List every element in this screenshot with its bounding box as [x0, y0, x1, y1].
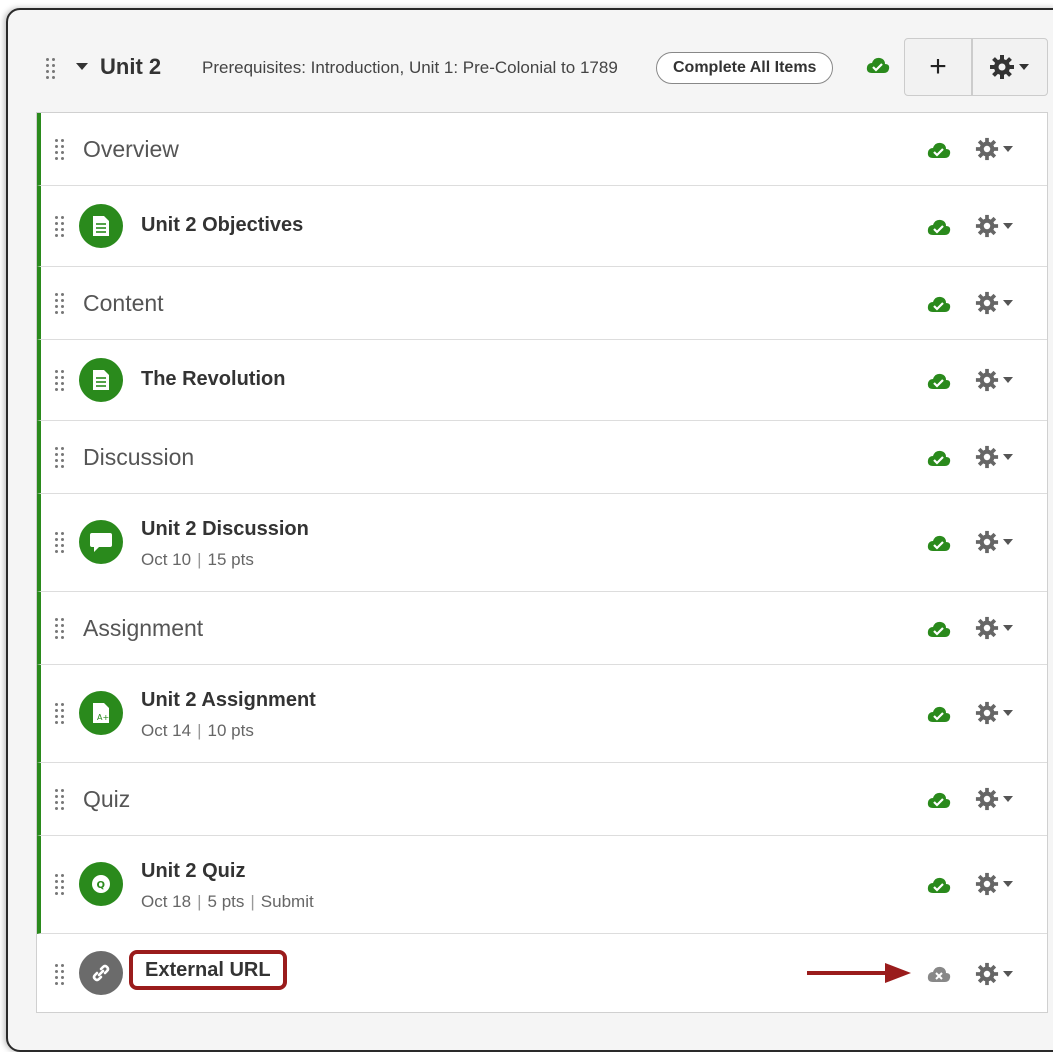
module-settings-button[interactable]	[972, 38, 1048, 96]
list-item[interactable]: External URL	[37, 934, 1047, 1012]
list-item[interactable]: Quiz	[37, 763, 1047, 836]
gear-icon[interactable]	[975, 291, 1013, 315]
due-date: Oct 18	[141, 892, 192, 911]
list-item[interactable]: Discussion	[37, 421, 1047, 494]
item-details: Oct 10 | 15 pts	[141, 550, 254, 569]
points: 15 pts	[207, 550, 254, 569]
gear-icon[interactable]	[975, 530, 1013, 554]
gear-icon[interactable]	[975, 214, 1013, 238]
text-header-title: Assignment	[83, 615, 204, 641]
link-icon	[79, 951, 123, 995]
item-title[interactable]: The Revolution	[141, 368, 285, 391]
due-date: Oct 10	[141, 550, 192, 569]
drag-handle-icon[interactable]	[55, 139, 64, 160]
drag-handle-icon[interactable]	[46, 58, 55, 79]
item-title[interactable]: Unit 2 Quiz	[141, 860, 245, 883]
gear-icon	[989, 54, 1029, 80]
list-item[interactable]: Overview	[37, 113, 1047, 186]
item-details: Oct 18 | 5 pts | Submit	[141, 892, 314, 911]
list-item[interactable]: Unit 2 Objectives	[37, 186, 1047, 267]
gear-icon[interactable]	[975, 787, 1013, 811]
drag-handle-icon[interactable]	[55, 703, 64, 724]
item-title[interactable]: External URL	[145, 959, 271, 981]
list-item[interactable]: A+ Unit 2 Assignment Oct 14 | 10 pts	[37, 665, 1047, 763]
list-item[interactable]: Content	[37, 267, 1047, 340]
list-item[interactable]: Assignment	[37, 592, 1047, 665]
published-cloud-icon[interactable]	[927, 620, 951, 643]
assignment-icon: A+	[79, 691, 123, 735]
gear-icon[interactable]	[975, 962, 1013, 986]
drag-handle-icon[interactable]	[55, 532, 64, 553]
list-item[interactable]: Unit 2 Discussion Oct 10 | 15 pts	[37, 494, 1047, 592]
drag-handle-icon[interactable]	[55, 964, 64, 985]
text-header-title: Discussion	[83, 444, 195, 470]
discussion-icon	[79, 520, 123, 564]
item-title[interactable]: Unit 2 Discussion	[141, 518, 309, 541]
gear-icon[interactable]	[975, 368, 1013, 392]
page-icon	[79, 204, 123, 248]
collapse-caret-icon[interactable]	[76, 63, 88, 70]
list-item[interactable]: Q Unit 2 Quiz Oct 18 | 5 pts | Submit	[37, 836, 1047, 934]
svg-text:Q: Q	[97, 880, 106, 891]
svg-text:A+: A+	[97, 713, 109, 722]
points: 10 pts	[207, 721, 254, 740]
published-cloud-icon[interactable]	[927, 141, 951, 164]
published-cloud-icon[interactable]	[927, 791, 951, 814]
quiz-icon: Q	[79, 862, 123, 906]
page-icon	[79, 358, 123, 402]
points: 5 pts	[207, 892, 245, 911]
complete-all-items-button[interactable]: Complete All Items	[656, 52, 834, 84]
gear-icon[interactable]	[975, 872, 1013, 896]
gear-icon[interactable]	[975, 701, 1013, 725]
drag-handle-icon[interactable]	[55, 618, 64, 639]
text-header-title: Quiz	[83, 786, 131, 812]
module-header: Unit 2 Prerequisites: Introduction, Unit…	[36, 38, 1048, 98]
submission-type: Submit	[260, 892, 314, 911]
drag-handle-icon[interactable]	[55, 293, 64, 314]
arrow-right-icon	[807, 962, 913, 989]
item-title[interactable]: Unit 2 Assignment	[141, 689, 316, 712]
published-cloud-icon[interactable]	[927, 876, 951, 899]
gear-icon[interactable]	[975, 445, 1013, 469]
add-item-button[interactable]: +	[904, 38, 972, 96]
list-item[interactable]: The Revolution	[37, 340, 1047, 421]
published-cloud-icon[interactable]	[927, 372, 951, 395]
published-cloud-icon[interactable]	[927, 705, 951, 728]
due-date: Oct 14	[141, 721, 192, 740]
text-header-title: Overview	[83, 136, 179, 162]
published-cloud-icon[interactable]	[927, 534, 951, 557]
module-title: Unit 2	[100, 54, 162, 79]
published-cloud-icon[interactable]	[927, 218, 951, 241]
text-header-title: Content	[83, 290, 164, 316]
gear-icon[interactable]	[975, 137, 1013, 161]
item-title[interactable]: Unit 2 Objectives	[141, 214, 303, 237]
item-details: Oct 14 | 10 pts	[141, 721, 254, 740]
drag-handle-icon[interactable]	[55, 789, 64, 810]
module-prerequisites: Prerequisites: Introduction, Unit 1: Pre…	[202, 58, 618, 77]
drag-handle-icon[interactable]	[55, 874, 64, 895]
unpublished-cloud-icon[interactable]	[927, 965, 951, 988]
published-cloud-icon[interactable]	[927, 295, 951, 318]
module-items-list: Overview Unit 2 Objectives Content The R…	[36, 112, 1048, 1013]
published-cloud-icon[interactable]	[866, 56, 890, 79]
gear-icon[interactable]	[975, 616, 1013, 640]
published-cloud-icon[interactable]	[927, 449, 951, 472]
drag-handle-icon[interactable]	[55, 447, 64, 468]
highlight-box: External URL	[129, 950, 287, 990]
drag-handle-icon[interactable]	[55, 370, 64, 391]
drag-handle-icon[interactable]	[55, 216, 64, 237]
